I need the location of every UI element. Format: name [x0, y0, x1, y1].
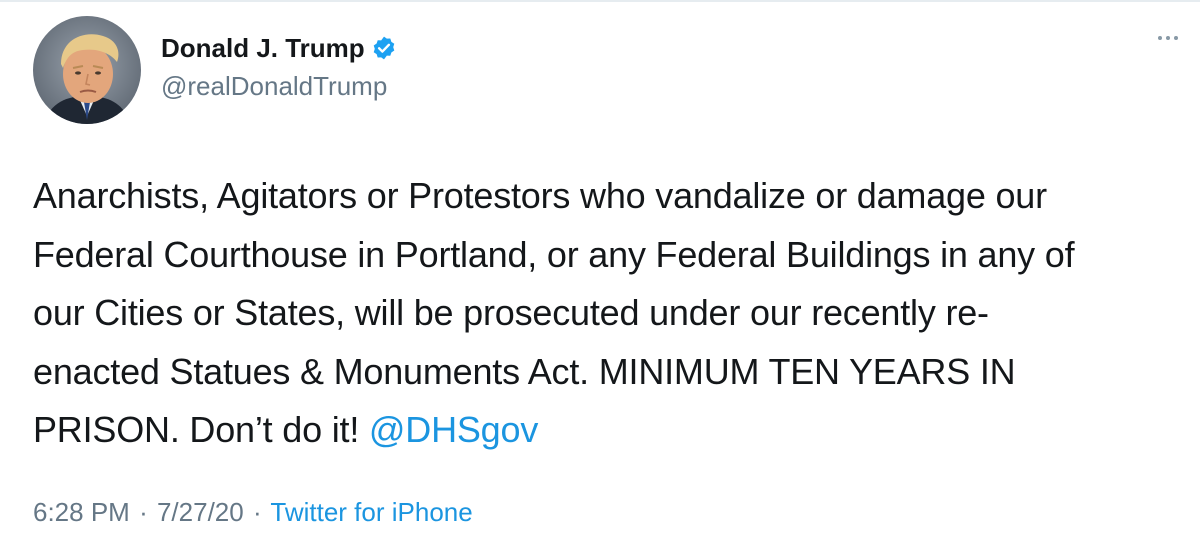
avatar-image [33, 16, 141, 124]
tweet-text-line: enacted Statues & Monuments Act. MINIMUM… [33, 350, 1016, 392]
mention-link[interactable]: @DHSgov [369, 409, 538, 450]
display-name[interactable]: Donald J. Trump [161, 32, 365, 64]
tweet-time[interactable]: 6:28 PM [33, 497, 130, 527]
tweet-text-line: Federal Courthouse in Portland, or any F… [33, 233, 1075, 275]
name-row: Donald J. Trump [161, 32, 397, 64]
tweet-date[interactable]: 7/27/20 [157, 497, 244, 527]
meta-separator: · [252, 497, 262, 527]
more-horizontal-icon[interactable] [1158, 36, 1178, 40]
tweet-source-link[interactable]: Twitter for iPhone [270, 497, 472, 527]
more-dot [1158, 36, 1162, 40]
tweet-text-line: our Cities or States, will be prosecuted… [33, 292, 989, 333]
meta-separator: · [139, 497, 148, 527]
tweet-card: Donald J. Trump @realDonaldTrump Anarchi… [0, 0, 1200, 550]
more-dot [1166, 36, 1170, 40]
tweet-text: Anarchists, Agitators or Protestors who … [33, 167, 1173, 460]
tweet-header: Donald J. Trump @realDonaldTrump [33, 16, 397, 124]
tweet-text-line-last: PRISON. Don’t do it! @DHSgov [33, 401, 1173, 460]
avatar[interactable] [33, 16, 141, 124]
verified-badge-icon [371, 35, 397, 61]
more-dot [1174, 36, 1178, 40]
tweet-text-line: PRISON. Don’t do it! [33, 409, 369, 450]
handle[interactable]: @realDonaldTrump [161, 70, 397, 102]
author-names: Donald J. Trump @realDonaldTrump [161, 32, 397, 102]
tweet-text-line: Anarchists, Agitators or Protestors who … [33, 175, 1047, 216]
tweet-meta: 6:28 PM · 7/27/20 · Twitter for iPhone [33, 495, 473, 529]
